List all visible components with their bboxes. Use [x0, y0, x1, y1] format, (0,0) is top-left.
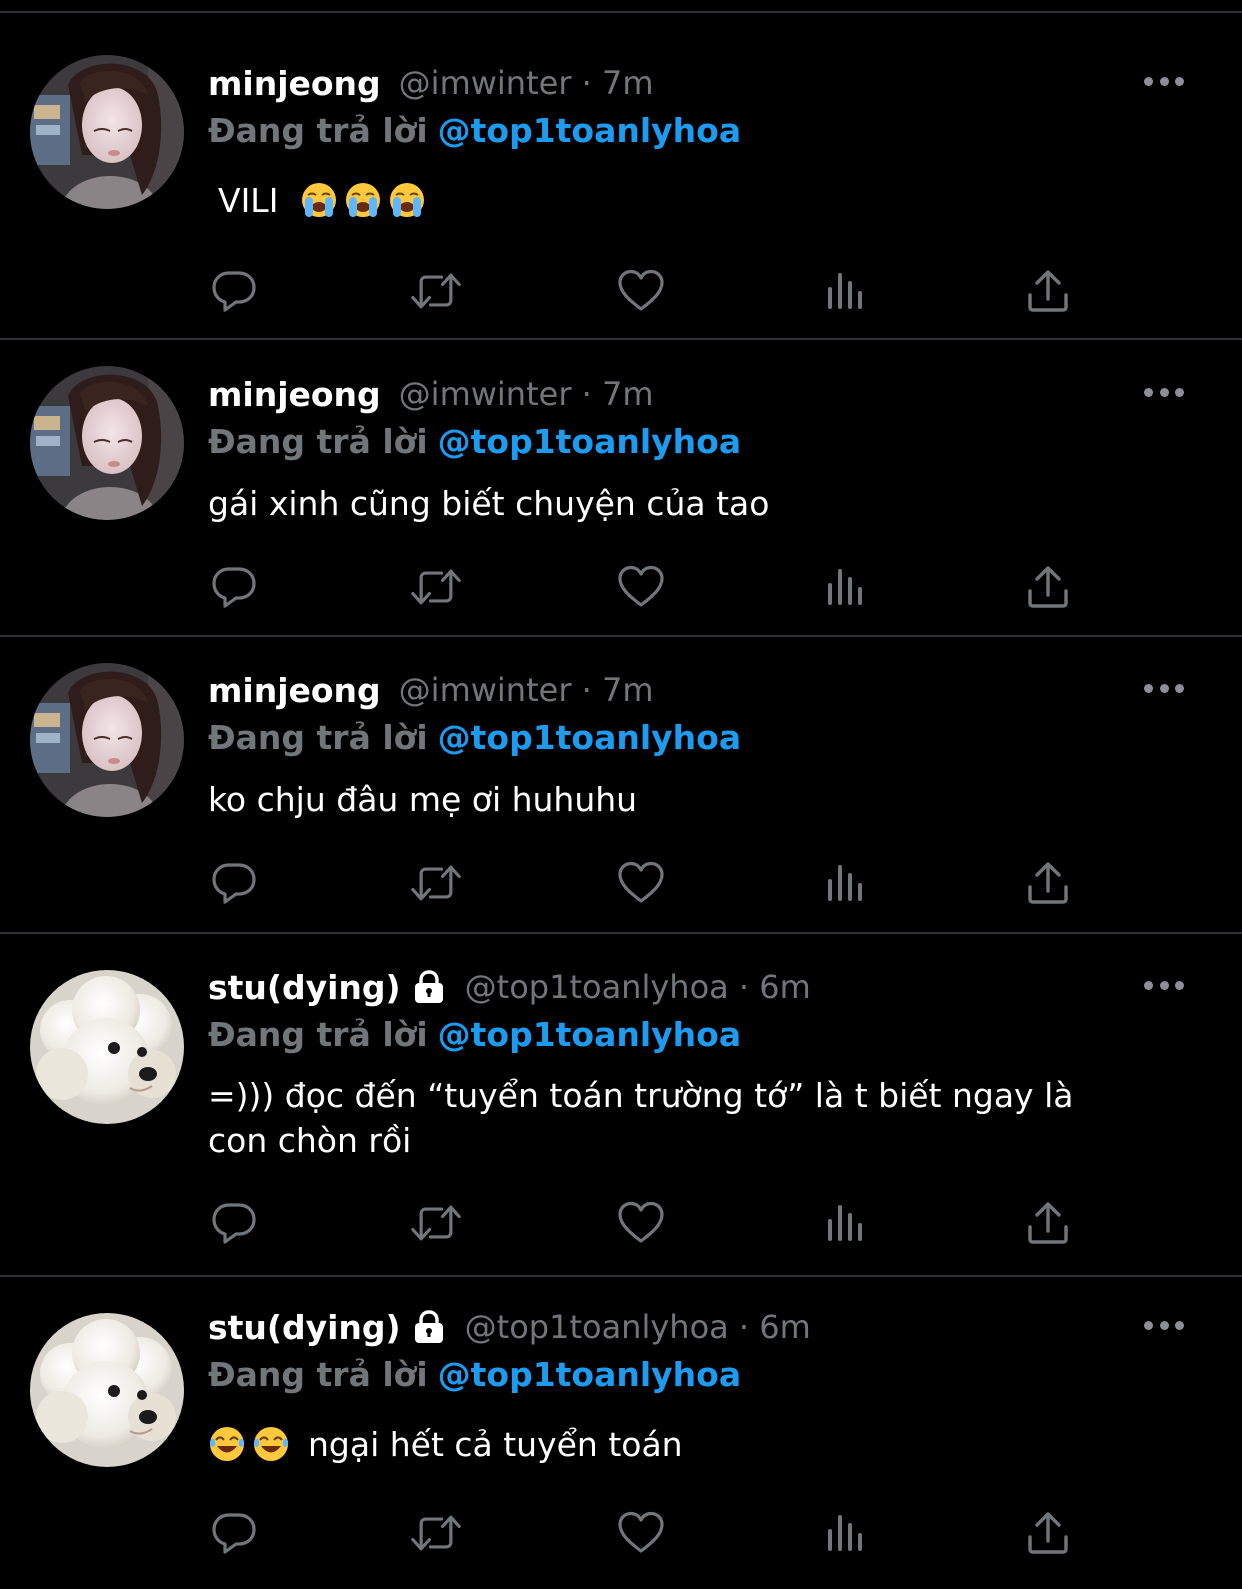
tweet[interactable]: stu(dying) @top1toanlyhoa · 6m Đang trả … — [0, 1277, 1242, 1589]
tweet-text-content: VILI — [218, 181, 279, 220]
reply-context: Đang trả lời @top1toanlyhoa — [208, 1350, 741, 1400]
tweet-text: =))) đọc đến “tuyển toán trường tớ” là t… — [208, 1073, 1208, 1163]
tweet-text-line: con chòn rồi — [208, 1121, 412, 1160]
action-bar — [208, 858, 1088, 908]
face-with-tears-of-joy-emoji — [208, 1425, 246, 1463]
reply-prefix: Đang trả lời — [208, 111, 428, 150]
loudly-crying-face-emoji — [300, 181, 338, 219]
avatar[interactable] — [30, 1313, 184, 1467]
retweet-icon[interactable] — [410, 562, 462, 612]
tweet-header: minjeong @imwinter · 7m — [208, 58, 654, 108]
tweet-header: stu(dying) @top1toanlyhoa · 6m — [208, 1302, 811, 1352]
like-icon[interactable] — [615, 1198, 667, 1248]
more-icon[interactable] — [1144, 1320, 1184, 1330]
display-name[interactable]: stu(dying) — [208, 1308, 401, 1347]
views-icon[interactable] — [820, 266, 872, 316]
display-name[interactable]: minjeong — [208, 64, 381, 103]
handle-and-time[interactable]: @imwinter · 7m — [399, 671, 654, 709]
reply-prefix: Đang trả lời — [208, 422, 428, 461]
tweet[interactable]: stu(dying) @top1toanlyhoa · 6m Đang trả … — [0, 934, 1242, 1277]
avatar[interactable] — [30, 970, 184, 1124]
like-icon[interactable] — [615, 1508, 667, 1558]
avatar[interactable] — [30, 55, 184, 209]
action-bar — [208, 1198, 1088, 1248]
reply-icon[interactable] — [208, 562, 260, 612]
reply-icon[interactable] — [208, 1508, 260, 1558]
tweet-header: minjeong @imwinter · 7m — [208, 665, 654, 715]
share-icon[interactable] — [1022, 1198, 1074, 1248]
reply-context: Đang trả lời @top1toanlyhoa — [208, 417, 741, 467]
tweet-text-line: =))) đọc đến “tuyển toán trường tớ” là t… — [208, 1076, 1074, 1115]
avatar[interactable] — [30, 663, 184, 817]
reply-icon[interactable] — [208, 266, 260, 316]
more-icon[interactable] — [1144, 683, 1184, 693]
reply-icon[interactable] — [208, 1198, 260, 1248]
views-icon[interactable] — [820, 562, 872, 612]
display-name[interactable]: minjeong — [208, 671, 381, 710]
handle-and-time[interactable]: @imwinter · 7m — [399, 64, 654, 102]
loudly-crying-face-emoji — [344, 181, 382, 219]
reply-context: Đang trả lời @top1toanlyhoa — [208, 713, 741, 763]
reply-prefix: Đang trả lời — [208, 1015, 428, 1054]
share-icon[interactable] — [1022, 266, 1074, 316]
tweet-text: ko chju đâu mẹ ơi huhuhu — [208, 780, 638, 819]
action-bar — [208, 562, 1088, 612]
more-icon[interactable] — [1144, 387, 1184, 397]
views-icon[interactable] — [820, 1508, 872, 1558]
tweet[interactable]: minjeong @imwinter · 7m Đang trả lời @top… — [0, 340, 1242, 637]
handle-and-time[interactable]: @top1toanlyhoa · 6m — [465, 968, 811, 1006]
retweet-icon[interactable] — [410, 1508, 462, 1558]
reply-context: Đang trả lời @top1toanlyhoa — [208, 1010, 741, 1060]
reply-prefix: Đang trả lời — [208, 718, 428, 757]
like-icon[interactable] — [615, 562, 667, 612]
display-name[interactable]: stu(dying) — [208, 968, 401, 1007]
share-icon[interactable] — [1022, 1508, 1074, 1558]
action-bar — [208, 266, 1088, 316]
reply-target-link[interactable]: @top1toanlyhoa — [438, 422, 742, 461]
handle-and-time[interactable]: @imwinter · 7m — [399, 375, 654, 413]
like-icon[interactable] — [615, 266, 667, 316]
handle-and-time[interactable]: @top1toanlyhoa · 6m — [465, 1308, 811, 1346]
lock-icon — [411, 969, 447, 1005]
reply-prefix: Đang trả lời — [208, 1355, 428, 1394]
retweet-icon[interactable] — [410, 1198, 462, 1248]
views-icon[interactable] — [820, 1198, 872, 1248]
face-with-tears-of-joy-emoji — [252, 1425, 290, 1463]
lock-icon — [411, 1309, 447, 1345]
reply-target-link[interactable]: @top1toanlyhoa — [438, 1015, 742, 1054]
tweet[interactable]: minjeong @imwinter · 7m Đang trả lời @top… — [0, 13, 1242, 340]
retweet-icon[interactable] — [410, 266, 462, 316]
display-name[interactable]: minjeong — [208, 375, 381, 414]
loudly-crying-face-emoji — [388, 181, 426, 219]
share-icon[interactable] — [1022, 858, 1074, 908]
reply-context: Đang trả lời @top1toanlyhoa — [208, 106, 741, 156]
tweet-text-content: ngại hết cả tuyển toán — [308, 1425, 683, 1464]
reply-target-link[interactable]: @top1toanlyhoa — [438, 1355, 742, 1394]
tweet-text: ngại hết cả tuyển toán — [208, 1422, 1168, 1467]
action-bar — [208, 1508, 1088, 1558]
tweet-text: VILI — [208, 178, 1168, 223]
retweet-icon[interactable] — [410, 858, 462, 908]
reply-icon[interactable] — [208, 858, 260, 908]
reply-target-link[interactable]: @top1toanlyhoa — [438, 718, 742, 757]
more-icon[interactable] — [1144, 76, 1184, 86]
reply-target-link[interactable]: @top1toanlyhoa — [438, 111, 742, 150]
views-icon[interactable] — [820, 858, 872, 908]
tweet-text: gái xinh cũng biết chuyện của tao — [208, 484, 770, 523]
tweet-header: stu(dying) @top1toanlyhoa · 6m — [208, 962, 811, 1012]
tweet[interactable]: minjeong @imwinter · 7m Đang trả lời @top… — [0, 637, 1242, 934]
like-icon[interactable] — [615, 858, 667, 908]
avatar[interactable] — [30, 366, 184, 520]
share-icon[interactable] — [1022, 562, 1074, 612]
tweet-header: minjeong @imwinter · 7m — [208, 369, 654, 419]
more-icon[interactable] — [1144, 980, 1184, 990]
